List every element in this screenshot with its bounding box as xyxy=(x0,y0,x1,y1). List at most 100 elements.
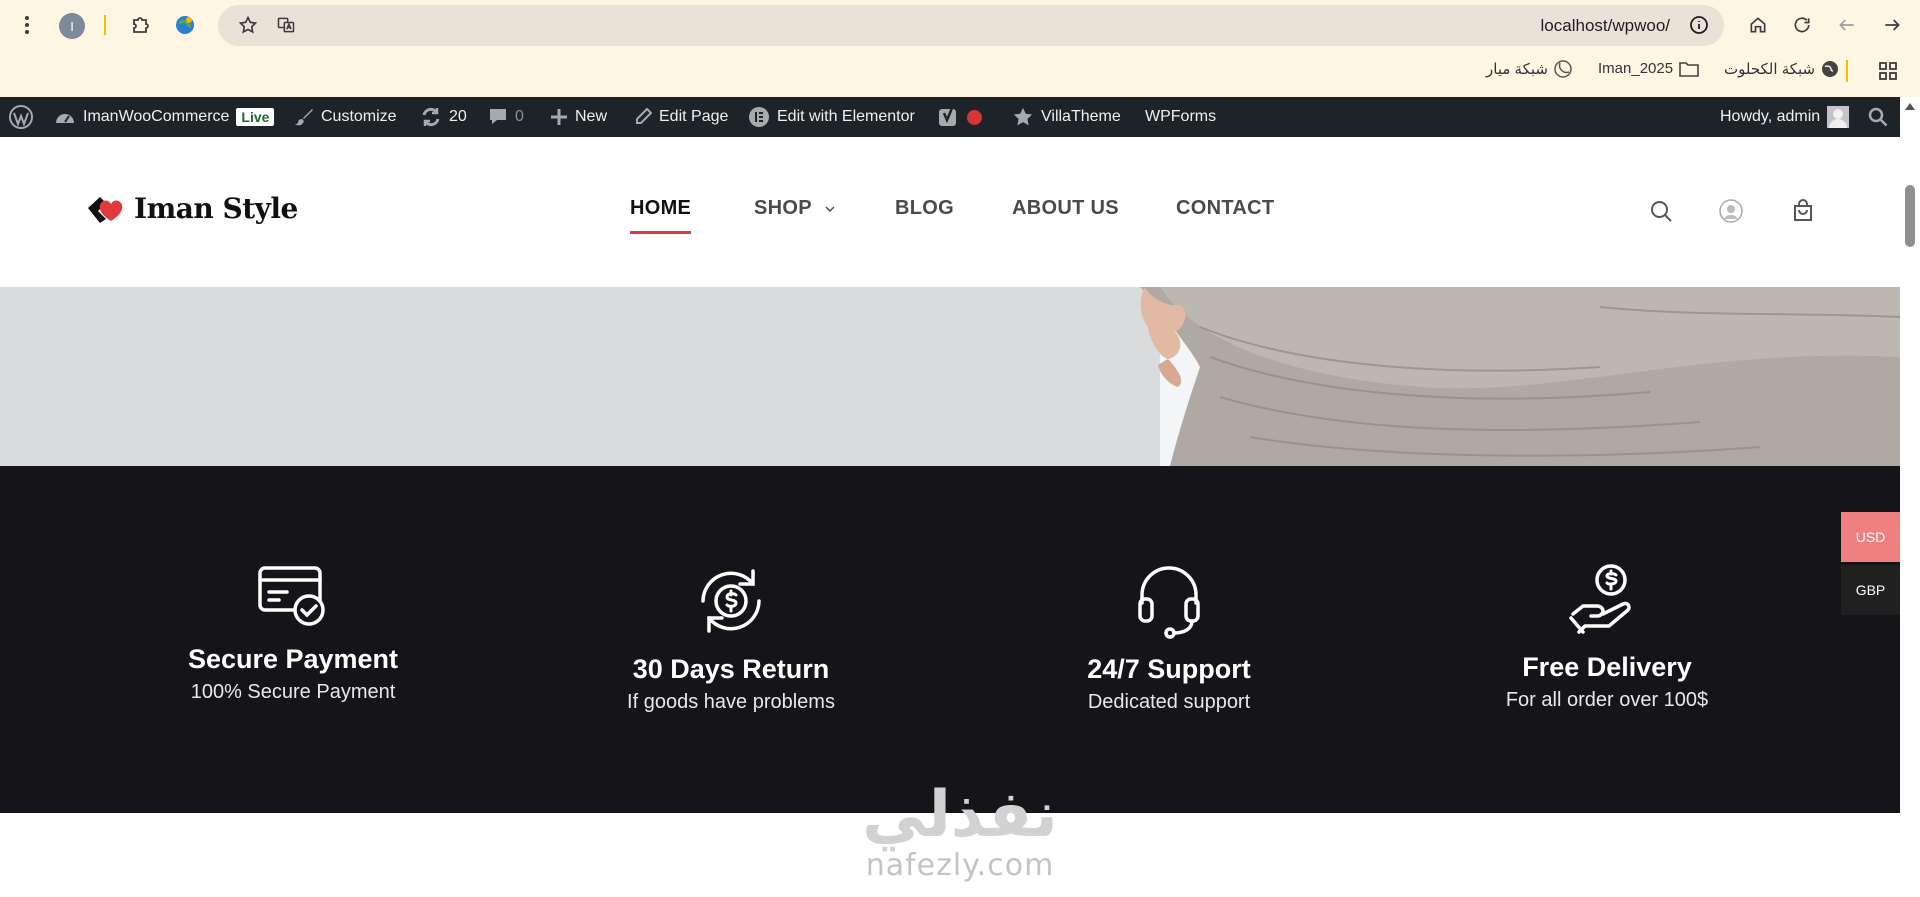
bookmarks-bar: شبكة ميار Iman_2025 شبكة الكحلوت xyxy=(0,52,1920,90)
browser-chrome: I localhost/wpwoo/ شبكة ميار Iman_2025 ش… xyxy=(0,0,1920,97)
site-logo[interactable]: Iman Style xyxy=(86,192,298,225)
updates-button[interactable]: 20 xyxy=(420,97,467,137)
currency-usd[interactable]: USD xyxy=(1841,512,1900,562)
header-search-icon[interactable] xyxy=(1647,197,1675,225)
currency-label: GBP xyxy=(1855,582,1886,598)
active-underline xyxy=(630,231,692,234)
headset-support-icon xyxy=(959,556,1379,646)
url-text[interactable]: localhost/wpwoo/ xyxy=(1541,16,1670,36)
brush-icon xyxy=(294,107,314,127)
feature-subtitle: If goods have problems xyxy=(627,691,835,713)
watermark-latin: nafezly.com xyxy=(865,848,1055,883)
features-section: Secure Payment 100% Secure Payment 30 Da… xyxy=(0,466,1900,813)
watermark: نفذلي nafezly.com xyxy=(850,780,1070,883)
toolbar-divider xyxy=(104,15,106,35)
site-info-icon[interactable] xyxy=(1688,14,1710,36)
forward-icon[interactable] xyxy=(1834,12,1860,38)
villatheme-menu[interactable]: VillaTheme xyxy=(1012,97,1121,137)
feature-card: 24/7 Support Dedicated support xyxy=(959,556,1379,714)
site-name: ImanWooCommerce xyxy=(83,108,230,125)
admin-avatar xyxy=(1827,106,1850,128)
extensions-icon[interactable] xyxy=(128,12,154,38)
hero-sweater-image xyxy=(1140,287,1900,466)
nav-label: CONTACT xyxy=(1176,197,1275,219)
nav-label: HOME xyxy=(630,197,692,219)
bookmark-label: شبكة ميار xyxy=(1486,61,1548,78)
updates-icon xyxy=(420,106,442,128)
feature-title: 24/7 Support xyxy=(1087,654,1251,684)
nav-label: SHOP xyxy=(754,197,812,219)
feature-subtitle: Dedicated support xyxy=(1087,691,1251,713)
wp-logo-button[interactable] xyxy=(8,97,34,137)
bookmark-star-icon[interactable] xyxy=(236,13,260,37)
bookmark-label: شبكة الكحلوت xyxy=(1724,61,1816,78)
edit-page-label: Edit Page xyxy=(659,108,729,125)
folder-icon xyxy=(1679,61,1699,77)
site-name-menu[interactable]: ImanWooCommerce Live xyxy=(54,97,275,137)
heart-logo-icon xyxy=(88,196,123,223)
feature-card: 30 Days Return If goods have problems xyxy=(521,556,941,714)
apps-grid-icon[interactable] xyxy=(1876,60,1900,82)
new-label: New xyxy=(575,108,608,125)
edit-elementor-label: Edit with Elementor xyxy=(777,108,915,125)
yoast-seo-button[interactable] xyxy=(938,97,982,137)
money-return-icon xyxy=(521,556,941,646)
howdy-label: Howdy, admin xyxy=(1720,108,1821,125)
cart-icon[interactable] xyxy=(1789,197,1817,225)
browser-menu-icon[interactable] xyxy=(16,13,38,37)
browser-toolbar: I localhost/wpwoo/ xyxy=(0,0,1920,50)
edit-with-elementor-button[interactable]: Edit with Elementor xyxy=(748,97,915,137)
page-scrollbar[interactable] xyxy=(1900,97,1920,897)
globe-icon xyxy=(1822,61,1839,77)
wpforms-menu[interactable]: WPForms xyxy=(1145,97,1216,137)
comment-icon xyxy=(488,107,508,127)
back-icon[interactable] xyxy=(1879,12,1905,38)
bookmark-folder[interactable]: Iman_2025 xyxy=(1598,60,1699,77)
currency-gbp[interactable]: GBP xyxy=(1841,565,1900,615)
new-content-button[interactable]: New xyxy=(550,97,607,137)
comments-button[interactable]: 0 xyxy=(488,97,524,137)
profile-avatar[interactable]: I xyxy=(59,13,85,39)
account-icon[interactable] xyxy=(1717,197,1745,225)
nav-blog[interactable]: BLOG xyxy=(895,197,954,220)
hero-banner xyxy=(0,287,1900,466)
villatheme-label: VillaTheme xyxy=(1041,108,1121,125)
edit-page-button[interactable]: Edit Page xyxy=(634,97,728,137)
credit-card-check-icon xyxy=(83,556,503,636)
nav-shop[interactable]: SHOP xyxy=(754,197,836,220)
pencil-icon xyxy=(634,108,652,126)
bookmark-label: Iman_2025 xyxy=(1598,60,1674,77)
extension-globe-icon[interactable] xyxy=(172,12,198,38)
currency-label: USD xyxy=(1855,529,1886,545)
updates-count: 20 xyxy=(449,108,467,125)
bookmark-item[interactable]: شبكة ميار xyxy=(1486,60,1572,78)
watermark-arabic: نفذلي xyxy=(862,778,1058,852)
nav-contact[interactable]: CONTACT xyxy=(1176,197,1274,220)
customize-label: Customize xyxy=(321,108,397,125)
reload-icon[interactable] xyxy=(1789,12,1815,38)
logo-text: Iman Style xyxy=(134,192,298,225)
scroll-up-arrow-icon[interactable] xyxy=(1904,101,1916,111)
translate-icon[interactable] xyxy=(274,13,298,37)
address-bar[interactable]: localhost/wpwoo/ xyxy=(218,5,1724,46)
admin-search-button[interactable] xyxy=(1868,97,1888,137)
search-icon xyxy=(1868,107,1888,127)
feature-title: 30 Days Return xyxy=(632,654,830,684)
browser-window: I localhost/wpwoo/ شبكة ميار Iman_2025 ش… xyxy=(0,0,1920,897)
elementor-icon xyxy=(748,106,770,128)
home-icon[interactable] xyxy=(1745,12,1771,38)
star-icon xyxy=(1012,106,1034,128)
wpforms-label: WPForms xyxy=(1145,108,1217,125)
my-account-menu[interactable]: Howdy, admin xyxy=(1720,97,1850,137)
customize-button[interactable]: Customize xyxy=(294,97,397,137)
scrollbar-thumb[interactable] xyxy=(1905,185,1915,247)
nav-home[interactable]: HOME xyxy=(630,197,692,234)
nav-label: ABOUT US xyxy=(1012,197,1119,219)
plus-icon xyxy=(550,108,568,126)
bookmark-item[interactable]: شبكة الكحلوت xyxy=(1724,60,1839,78)
feature-title: Free Delivery xyxy=(1522,652,1692,682)
dashboard-gauge-icon xyxy=(54,108,76,126)
nav-about-us[interactable]: ABOUT US xyxy=(1012,197,1119,220)
yoast-icon xyxy=(938,106,960,128)
wordpress-icon xyxy=(9,105,33,129)
